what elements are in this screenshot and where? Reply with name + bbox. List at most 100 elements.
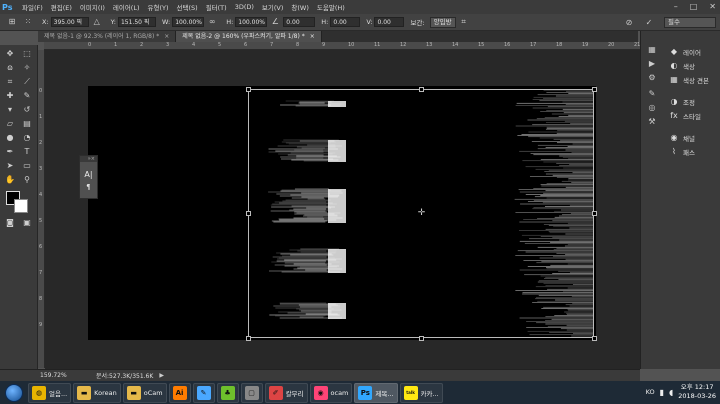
screen-mode-icon[interactable]: ▣ <box>20 217 34 228</box>
transform-handle-top-right[interactable] <box>592 87 597 92</box>
hand-tool-icon[interactable]: ✋ <box>3 174 17 185</box>
taskbar-item-app[interactable]: ▢ <box>240 382 263 403</box>
history-icon[interactable]: ▦ <box>645 45 659 55</box>
transform-tool-icon[interactable]: ⊞ <box>6 17 18 27</box>
menu-type[interactable]: 유형(Y) <box>148 2 169 12</box>
status-arrow-icon[interactable]: ▶ <box>159 372 164 379</box>
taskbar-item-chrome[interactable]: ◍ 얼음... <box>28 382 72 403</box>
eraser-tool-icon[interactable]: ▱ <box>3 118 17 129</box>
transform-handle-bottom-left[interactable] <box>246 336 251 341</box>
hskew-field[interactable]: 0.00 <box>330 17 361 27</box>
language-indicator[interactable]: KO <box>646 388 655 396</box>
shape-tool-icon[interactable]: ▭ <box>20 160 34 171</box>
menu-3d[interactable]: 3D(D) <box>235 3 254 11</box>
link-icon[interactable]: ∞ <box>206 17 218 27</box>
transform-handle-bottom[interactable] <box>419 336 424 341</box>
height-field[interactable]: 100.00% <box>235 17 268 27</box>
type-tool-icon[interactable]: T <box>20 146 34 157</box>
workspace-select[interactable]: 필수 <box>664 17 716 28</box>
background-color-swatch[interactable] <box>14 199 28 213</box>
cancel-transform-icon[interactable]: ⊘ <box>623 18 635 28</box>
reference-point-icon[interactable]: ⁙ <box>22 17 34 27</box>
path-select-icon[interactable]: ➤ <box>3 160 17 171</box>
crop-tool-icon[interactable]: ⌗ <box>3 76 17 87</box>
taskbar-item-folder[interactable]: ▬ oCam <box>122 382 167 403</box>
zoom-level[interactable]: 159.72% <box>40 372 72 379</box>
menu-layer[interactable]: 레이어(L) <box>113 2 140 12</box>
menu-select[interactable]: 선택(S) <box>177 2 198 12</box>
panel-channels[interactable]: ◉ 채널 <box>669 133 695 143</box>
brush-preset-icon[interactable]: ✎ <box>645 89 659 99</box>
menu-window[interactable]: 창(W) <box>291 2 308 12</box>
actions-icon[interactable]: ▶ <box>645 59 659 69</box>
panel-header[interactable]: »× <box>80 156 97 162</box>
paragraph-icon[interactable]: ¶ <box>80 183 97 191</box>
transform-center-icon[interactable]: ✛ <box>417 209 426 218</box>
properties-icon[interactable]: ⚙ <box>645 73 659 83</box>
tab-close-icon[interactable]: × <box>310 31 315 42</box>
taskbar-item-evernote[interactable]: ♣ <box>216 382 239 403</box>
maximize-button[interactable]: □ <box>690 2 698 11</box>
menu-filter[interactable]: 필터(T) <box>206 2 227 12</box>
panel-layers[interactable]: ◆ 레이어 <box>669 47 701 57</box>
blur-tool-icon[interactable]: ● <box>3 132 17 143</box>
start-button[interactable] <box>0 381 28 404</box>
history-brush-icon[interactable]: ↺ <box>20 104 34 115</box>
taskbar-item-kakao[interactable]: talk 카카... <box>399 382 443 403</box>
zoom-tool-icon[interactable]: ⚲ <box>20 174 34 185</box>
eyedropper-icon[interactable]: ⟋ <box>20 76 34 87</box>
taskbar-item-illustrator[interactable]: Ai <box>168 382 191 403</box>
clone-source-icon[interactable]: ◎ <box>645 103 659 113</box>
gradient-tool-icon[interactable]: ▤ <box>20 118 34 129</box>
character-icon[interactable]: A| <box>80 170 97 179</box>
taskbar-item-folder[interactable]: ▬ Korean <box>73 382 121 403</box>
tab-document-1[interactable]: 제목 없음-1 @ 92.3% (레이어 1, RGB/8) * × <box>38 31 177 42</box>
transform-handle-top-left[interactable] <box>246 87 251 92</box>
menu-help[interactable]: 도움말(H) <box>317 2 345 12</box>
delta-icon[interactable]: △ <box>91 17 103 27</box>
angle-field[interactable]: 0.00 <box>283 17 316 27</box>
width-field[interactable]: 100.00% <box>172 17 205 27</box>
panel-color[interactable]: ◐ 색상 <box>669 61 695 71</box>
transform-handle-right[interactable] <box>592 211 597 216</box>
panel-adjustments[interactable]: ◑ 조정 <box>669 97 695 107</box>
pen-tool-icon[interactable]: ✒ <box>3 146 17 157</box>
transform-handle-top[interactable] <box>419 87 424 92</box>
interpolation-select[interactable]: 양입방 <box>429 16 456 28</box>
taskbar-item-ocam[interactable]: ◉ ocam <box>309 382 353 403</box>
taskbar-item-photoshop[interactable]: Ps 제목... <box>354 382 398 403</box>
brush-tool-icon[interactable]: ✎ <box>20 90 34 101</box>
x-field[interactable]: 395.00 픽 <box>50 17 89 27</box>
move-tool-icon[interactable]: ✥ <box>3 48 17 59</box>
tool-presets-icon[interactable]: ⚒ <box>645 117 659 127</box>
menu-edit[interactable]: 편집(E) <box>51 2 72 12</box>
menu-file[interactable]: 파일(F) <box>22 2 43 12</box>
transform-handle-bottom-right[interactable] <box>592 336 597 341</box>
document-size[interactable]: 문서:527.3K/351.6K <box>96 371 153 380</box>
menu-view[interactable]: 보기(V) <box>262 2 283 12</box>
taskbar-item-pencil[interactable]: ✐ 칼무리 <box>264 382 308 403</box>
clone-stamp-icon[interactable]: ▾ <box>3 104 17 115</box>
healing-brush-icon[interactable]: ✚ <box>3 90 17 101</box>
close-button[interactable]: ✕ <box>709 2 716 11</box>
lasso-tool-icon[interactable]: ɷ <box>3 62 17 73</box>
tab-close-icon[interactable]: × <box>164 31 169 42</box>
panel-swatches[interactable]: ▦ 색상 견본 <box>669 75 709 85</box>
taskbar-item-edit[interactable]: ✎ <box>192 382 215 403</box>
clock[interactable]: 오후 12:17 2018-03-26 <box>678 383 716 401</box>
ruler-vertical[interactable]: 0 1 2 3 4 5 6 7 8 9 <box>38 50 45 368</box>
tab-document-2[interactable]: 제목 없음-2 @ 160% (우파스켜기, 알파 1/8) * × <box>176 31 322 42</box>
vskew-field[interactable]: 0.00 <box>374 17 405 27</box>
marquee-tool-icon[interactable]: ⬚ <box>20 48 34 59</box>
menu-image[interactable]: 이미지(I) <box>80 2 105 12</box>
panel-paths[interactable]: ⌇ 패스 <box>669 147 695 157</box>
dodge-tool-icon[interactable]: ◔ <box>20 132 34 143</box>
minimize-button[interactable]: – <box>674 2 678 11</box>
warp-icon[interactable]: ⌗ <box>458 17 470 27</box>
quick-mask-icon[interactable]: ◙ <box>3 217 17 228</box>
network-icon[interactable]: ▮ <box>660 388 664 397</box>
commit-transform-icon[interactable]: ✓ <box>643 18 655 28</box>
y-field[interactable]: 151.50 픽 <box>117 17 156 27</box>
magic-wand-icon[interactable]: ✧ <box>20 62 34 73</box>
ruler-horizontal[interactable]: 012345678910111213141516171819202122 <box>44 42 666 50</box>
